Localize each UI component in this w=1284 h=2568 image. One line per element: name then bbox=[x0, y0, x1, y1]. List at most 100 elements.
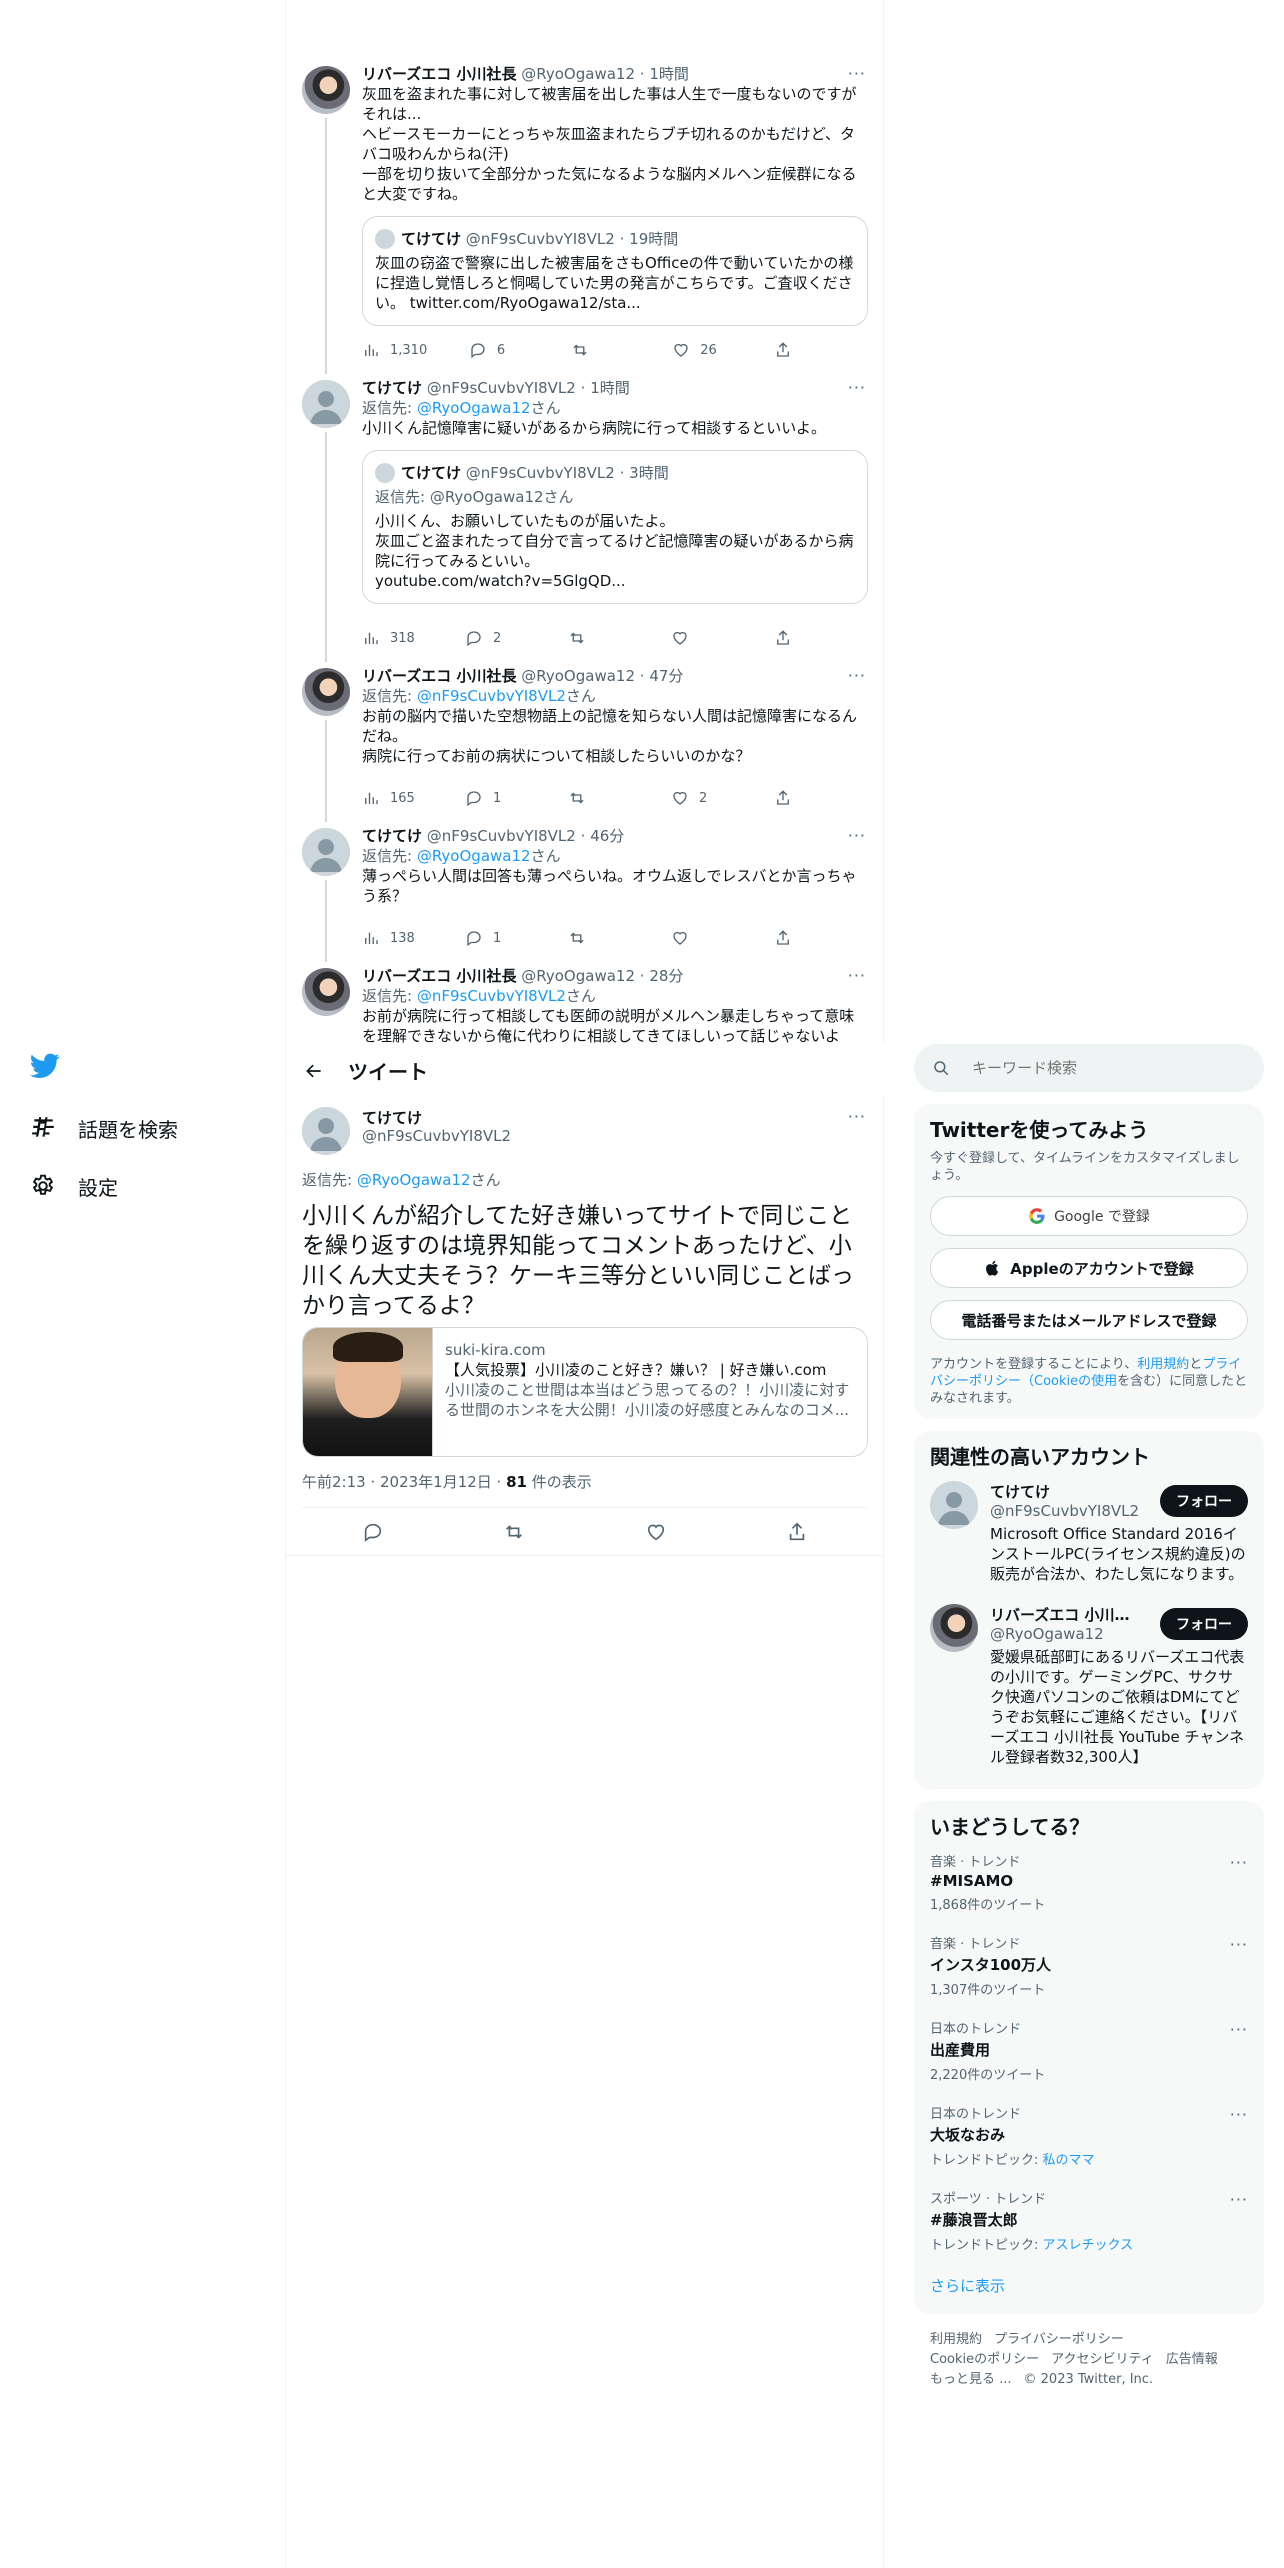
author-name[interactable]: リバーズエコ 小川社長 bbox=[362, 967, 516, 985]
retweet-button[interactable] bbox=[568, 629, 628, 647]
reply-to-link[interactable]: @nF9sCuvbvYI8VL2 bbox=[417, 687, 566, 705]
back-button[interactable] bbox=[286, 1061, 342, 1081]
related-account[interactable]: リバーズエコ 小川社... @RyoOgawa12 愛媛県砥部町にあるリバーズエ… bbox=[930, 1594, 1248, 1777]
follow-button[interactable]: フォロー bbox=[1160, 1608, 1248, 1640]
more-options-icon[interactable]: ··· bbox=[848, 64, 866, 83]
apple-signup-button[interactable]: Appleのアカウントで登録 bbox=[930, 1248, 1248, 1288]
more-options-icon[interactable]: ··· bbox=[848, 378, 866, 397]
account-name[interactable]: てけてけ bbox=[990, 1481, 1140, 1502]
avatar[interactable] bbox=[930, 1604, 978, 1652]
avatar[interactable] bbox=[302, 380, 350, 428]
author-handle[interactable]: @RyoOgawa12 bbox=[521, 667, 635, 685]
views-button[interactable]: 318 bbox=[362, 629, 422, 647]
footer-link[interactable]: 利用規約 bbox=[930, 2332, 982, 2347]
trend-item[interactable]: 日本のトレンド 大坂なおみ トレンドトピック: 私のママ ··· bbox=[930, 2093, 1248, 2178]
more-options-icon[interactable]: ··· bbox=[1230, 2190, 1248, 2209]
link-card[interactable]: suki-kira.com 【人気投票】小川凌のこと好き？嫌い？ | 好き嫌い.… bbox=[302, 1327, 868, 1457]
thread-tweet[interactable]: てけてけ @nF9sCuvbvYI8VL2 · 1時間 ··· 返信先: @Ry… bbox=[286, 370, 884, 662]
thread-tweet[interactable]: リバーズエコ 小川社長 @RyoOgawa12 · 1時間 ··· 灰皿を盗まれ… bbox=[286, 56, 884, 374]
more-options-icon[interactable]: ··· bbox=[848, 826, 866, 845]
reply-to-link[interactable]: @RyoOgawa12 bbox=[357, 1171, 471, 1189]
author-name[interactable]: てけてけ bbox=[362, 827, 422, 845]
tweet-time[interactable]: 1時間 bbox=[590, 379, 630, 397]
trend-item[interactable]: 音楽 · トレンド インスタ100万人 1,307件のツイート ··· bbox=[930, 1923, 1248, 2008]
avatar[interactable] bbox=[302, 668, 350, 716]
thread-tweet[interactable]: てけてけ @nF9sCuvbvYI8VL2 · 46分 ··· 返信先: @Ry… bbox=[286, 818, 884, 962]
retweet-button[interactable] bbox=[568, 929, 628, 947]
reply-button[interactable]: 6 bbox=[469, 341, 529, 359]
related-account[interactable]: てけてけ @nF9sCuvbvYI8VL2 Microsoft Office S… bbox=[930, 1471, 1248, 1594]
tweet-time[interactable]: 47分 bbox=[649, 667, 683, 685]
reply-button[interactable]: 1 bbox=[465, 789, 525, 807]
more-options-icon[interactable]: ··· bbox=[848, 666, 866, 685]
views-button[interactable]: 138 bbox=[362, 929, 422, 947]
trend-item[interactable]: 音楽 · トレンド #MISAMO 1,868件のツイート ··· bbox=[930, 1841, 1248, 1923]
tweet-time[interactable]: 46分 bbox=[590, 827, 624, 845]
author-name[interactable]: リバーズエコ 小川社長 bbox=[362, 65, 516, 83]
terms-of-service-link[interactable]: 利用規約 bbox=[1137, 1357, 1189, 1372]
follow-button[interactable]: フォロー bbox=[1160, 1485, 1248, 1517]
author-handle[interactable]: @RyoOgawa12 bbox=[521, 65, 635, 83]
footer-more-link[interactable]: もっと見る ... bbox=[930, 2372, 1012, 2387]
search-input[interactable] bbox=[972, 1059, 1232, 1077]
more-options-icon[interactable]: ··· bbox=[1230, 2020, 1248, 2039]
share-button[interactable] bbox=[774, 789, 802, 807]
author-handle[interactable]: @RyoOgawa12 bbox=[521, 967, 635, 985]
author-handle[interactable]: @nF9sCuvbvYI8VL2 bbox=[427, 379, 576, 397]
tweet-time[interactable]: 1時間 bbox=[649, 65, 689, 83]
more-options-icon[interactable]: ··· bbox=[1230, 1853, 1248, 1872]
retweet-button[interactable] bbox=[571, 341, 631, 359]
views-button[interactable]: 1,310 bbox=[362, 341, 427, 359]
quoted-tweet[interactable]: てけてけ @nF9sCuvbvYI8VL2 · 19時間 灰皿の窃盗で警察に出し… bbox=[362, 216, 868, 326]
show-more-link[interactable]: さらに表示 bbox=[930, 2269, 1248, 2302]
share-button[interactable] bbox=[774, 629, 802, 647]
reply-to-link[interactable]: @RyoOgawa12 bbox=[417, 399, 531, 417]
nav-settings[interactable]: 設定 bbox=[30, 1166, 118, 1206]
share-button[interactable] bbox=[774, 929, 802, 947]
reply-button[interactable]: 2 bbox=[465, 629, 525, 647]
google-signup-button[interactable]: Google で登録 bbox=[930, 1196, 1248, 1236]
avatar[interactable] bbox=[930, 1481, 978, 1529]
author-name[interactable]: てけてけ bbox=[362, 379, 422, 397]
avatar[interactable] bbox=[302, 1107, 350, 1155]
like-button[interactable] bbox=[671, 929, 731, 947]
tweet-time[interactable]: 28分 bbox=[649, 967, 683, 985]
author-handle[interactable]: @nF9sCuvbvYI8VL2 bbox=[362, 1127, 511, 1145]
like-button[interactable]: 26 bbox=[672, 341, 732, 359]
more-options-icon[interactable]: ··· bbox=[848, 966, 866, 985]
share-button[interactable] bbox=[774, 341, 802, 359]
reply-to-link[interactable]: @nF9sCuvbvYI8VL2 bbox=[417, 987, 566, 1005]
footer-link[interactable]: Cookieのポリシー bbox=[930, 2352, 1039, 2367]
nav-explore[interactable]: 話題を検索 bbox=[30, 1108, 178, 1148]
search-box[interactable] bbox=[914, 1044, 1264, 1092]
tweet-timestamp[interactable]: 午前2:13 · 2023年1月12日 · bbox=[302, 1473, 506, 1491]
footer-link[interactable]: アクセシビリティ bbox=[1051, 2352, 1154, 2367]
footer-link[interactable]: 広告情報 bbox=[1166, 2352, 1218, 2367]
avatar[interactable] bbox=[302, 968, 350, 1016]
thread-tweet[interactable]: リバーズエコ 小川社長 @RyoOgawa12 · 28分 ··· 返信先: @… bbox=[286, 958, 884, 1044]
account-name[interactable]: リバーズエコ 小川社... bbox=[990, 1604, 1140, 1625]
trend-topic-link[interactable]: 私のママ bbox=[1043, 2153, 1095, 2168]
share-icon[interactable] bbox=[786, 1521, 808, 1543]
thread-tweet[interactable]: リバーズエコ 小川社長 @RyoOgawa12 · 47分 ··· 返信先: @… bbox=[286, 658, 884, 822]
reply-to-link[interactable]: @RyoOgawa12 bbox=[417, 847, 531, 865]
more-options-icon[interactable]: ··· bbox=[1230, 2105, 1248, 2124]
phone-email-signup-button[interactable]: 電話番号またはメールアドレスで登録 bbox=[930, 1300, 1248, 1340]
more-options-icon[interactable]: ··· bbox=[848, 1107, 866, 1126]
retweet-icon[interactable] bbox=[503, 1521, 525, 1543]
avatar[interactable] bbox=[302, 828, 350, 876]
more-options-icon[interactable]: ··· bbox=[1230, 1935, 1248, 1954]
author-handle[interactable]: @nF9sCuvbvYI8VL2 bbox=[427, 827, 576, 845]
quoted-tweet[interactable]: てけてけ @nF9sCuvbvYI8VL2 · 3時間 返信先: @RyoOga… bbox=[362, 450, 868, 604]
like-button[interactable]: 2 bbox=[671, 789, 731, 807]
avatar[interactable] bbox=[302, 66, 350, 114]
trend-item[interactable]: 日本のトレンド 出産費用 2,220件のツイート ··· bbox=[930, 2008, 1248, 2093]
reply-button[interactable]: 1 bbox=[465, 929, 525, 947]
trend-topic-link[interactable]: アスレチックス bbox=[1043, 2238, 1134, 2253]
footer-link[interactable]: プライバシーポリシー bbox=[994, 2332, 1124, 2347]
author-name[interactable]: てけてけ bbox=[362, 1107, 422, 1128]
heart-icon[interactable] bbox=[645, 1521, 667, 1543]
like-button[interactable] bbox=[671, 629, 731, 647]
twitter-bird-logo-icon[interactable] bbox=[29, 1050, 66, 1086]
reply-bubble-icon[interactable] bbox=[362, 1521, 384, 1543]
